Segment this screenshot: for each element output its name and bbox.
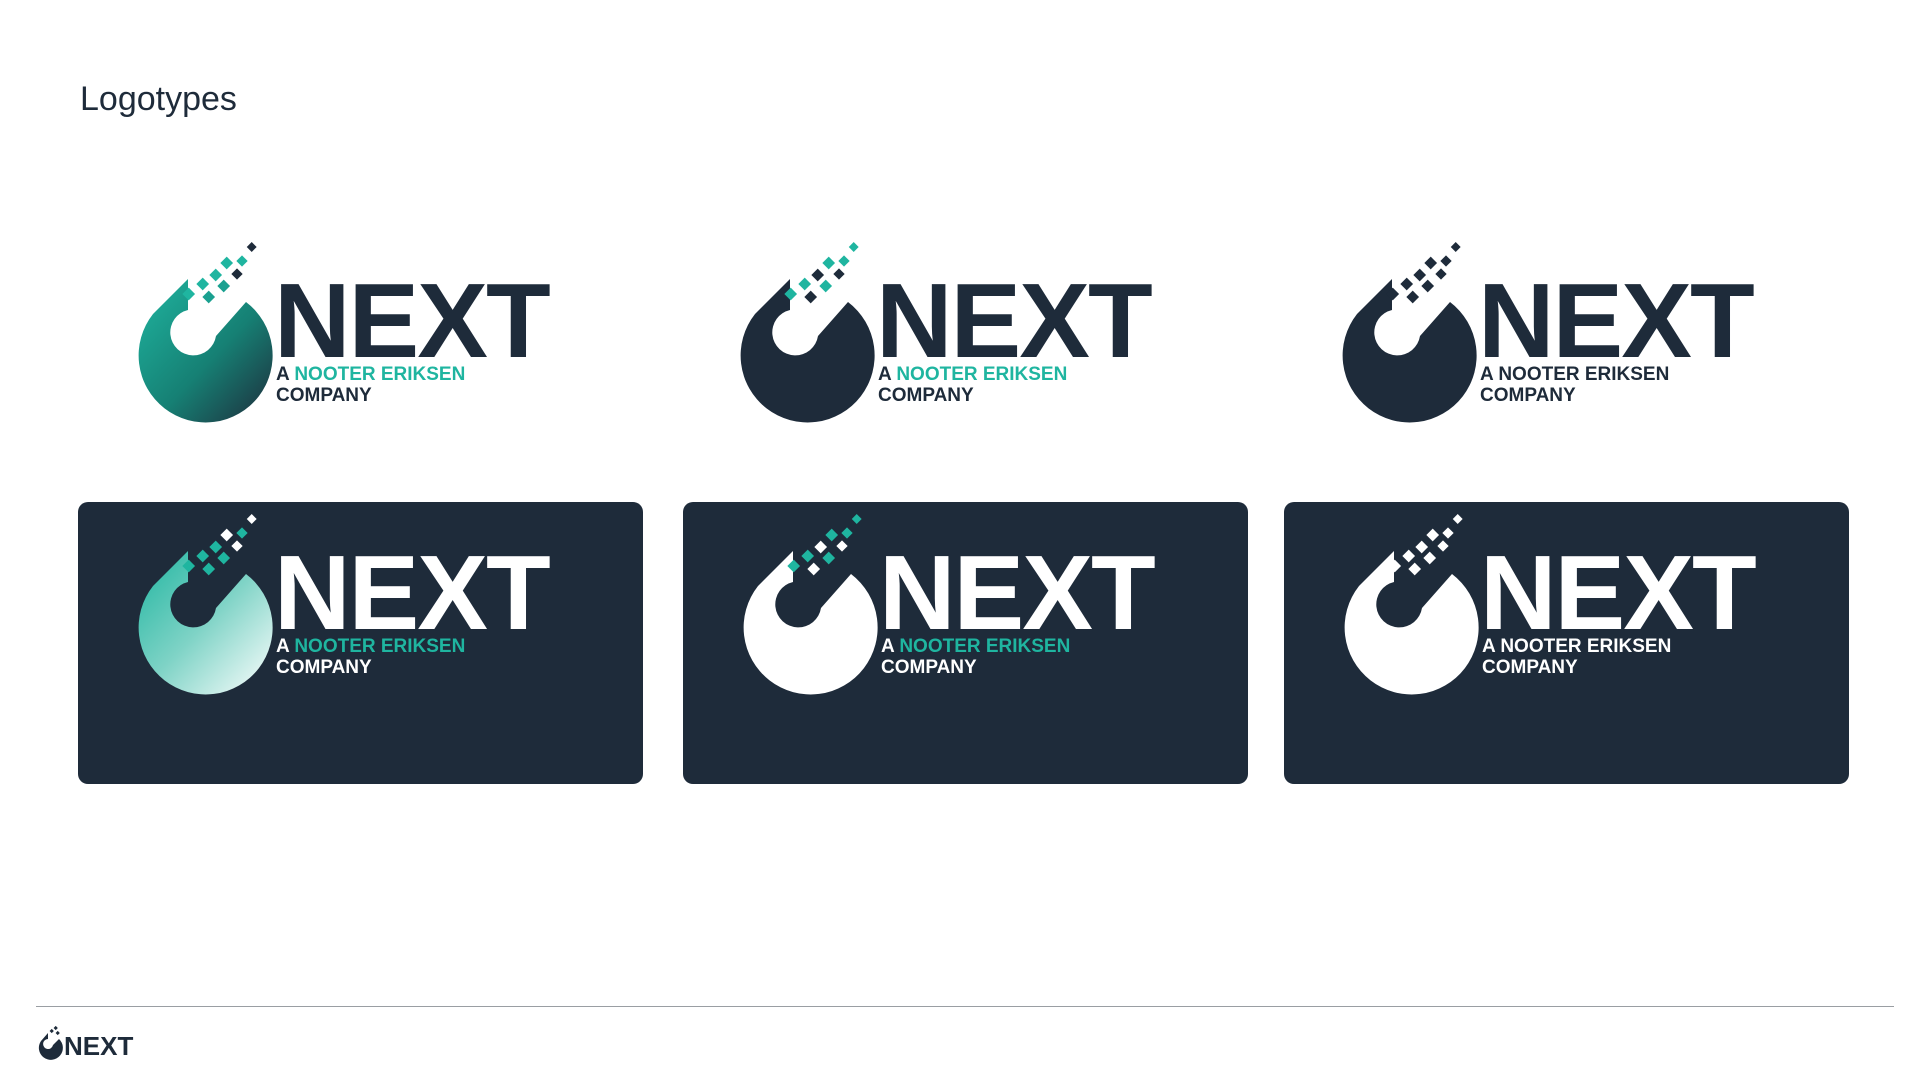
next-logo: NEXT A NOOTER ERIKSEN COMPANY [138, 514, 552, 695]
svg-text:A NOOTER ERIKSEN: A NOOTER ERIKSEN [276, 636, 465, 657]
svg-text:COMPANY: COMPANY [276, 385, 372, 406]
logo-variant-mono-navy-light: NEXT A NOOTER ERIKSEN COMPANY [1282, 230, 1847, 512]
svg-text:A NOOTER ERIKSEN: A NOOTER ERIKSEN [881, 636, 1070, 657]
next-logo: NEXT A NOOTER ERIKSEN COMPANY [1344, 514, 1758, 695]
footer-wordmark: NEXT [64, 1031, 133, 1061]
wordmark: NEXT [1478, 262, 1754, 380]
wordmark: NEXT [1480, 534, 1756, 652]
page-title: Logotypes [80, 80, 237, 118]
drop-emblem-icon [138, 242, 273, 423]
drop-emblem-icon [743, 514, 878, 695]
svg-text:COMPANY: COMPANY [1482, 657, 1578, 678]
next-logo: NEXT A NOOTER ERIKSEN COMPANY [740, 242, 1154, 423]
drop-emblem-icon [38, 1025, 63, 1060]
svg-text:A NOOTER ERIKSEN: A NOOTER ERIKSEN [276, 364, 465, 385]
svg-text:COMPANY: COMPANY [878, 385, 974, 406]
svg-text:A NOOTER ERIKSEN: A NOOTER ERIKSEN [1482, 636, 1671, 657]
wordmark: NEXT [879, 534, 1155, 652]
drop-emblem-icon [138, 514, 273, 695]
logo-variant-white-teal-dark: NEXT A NOOTER ERIKSEN COMPANY [683, 502, 1248, 784]
drop-emblem-icon [1342, 242, 1477, 423]
drop-emblem-icon [1344, 514, 1479, 695]
svg-text:A NOOTER ERIKSEN: A NOOTER ERIKSEN [1480, 364, 1669, 385]
logo-variant-gradient-light: NEXT A NOOTER ERIKSEN COMPANY [78, 230, 643, 512]
wordmark: NEXT [274, 262, 550, 380]
svg-text:COMPANY: COMPANY [276, 657, 372, 678]
svg-text:COMPANY: COMPANY [1480, 385, 1576, 406]
drop-emblem-icon [740, 242, 875, 423]
logo-variant-mono-white-dark: NEXT A NOOTER ERIKSEN COMPANY [1284, 502, 1849, 784]
wordmark: NEXT [274, 534, 550, 652]
next-logo: NEXT A NOOTER ERIKSEN COMPANY [138, 242, 552, 423]
logo-variant-navy-teal-light: NEXT A NOOTER ERIKSEN COMPANY [680, 230, 1245, 512]
next-logo: NEXT A NOOTER ERIKSEN COMPANY [743, 514, 1157, 695]
next-logo-small: NEXT [38, 1025, 133, 1061]
svg-text:COMPANY: COMPANY [881, 657, 977, 678]
footer-divider [36, 1006, 1894, 1007]
wordmark: NEXT [876, 262, 1152, 380]
svg-text:A NOOTER ERIKSEN: A NOOTER ERIKSEN [878, 364, 1067, 385]
logo-variant-gradient-dark: NEXT A NOOTER ERIKSEN COMPANY [78, 502, 643, 784]
next-logo: NEXT A NOOTER ERIKSEN COMPANY [1342, 242, 1756, 423]
footer-logo: NEXT [34, 1024, 164, 1064]
